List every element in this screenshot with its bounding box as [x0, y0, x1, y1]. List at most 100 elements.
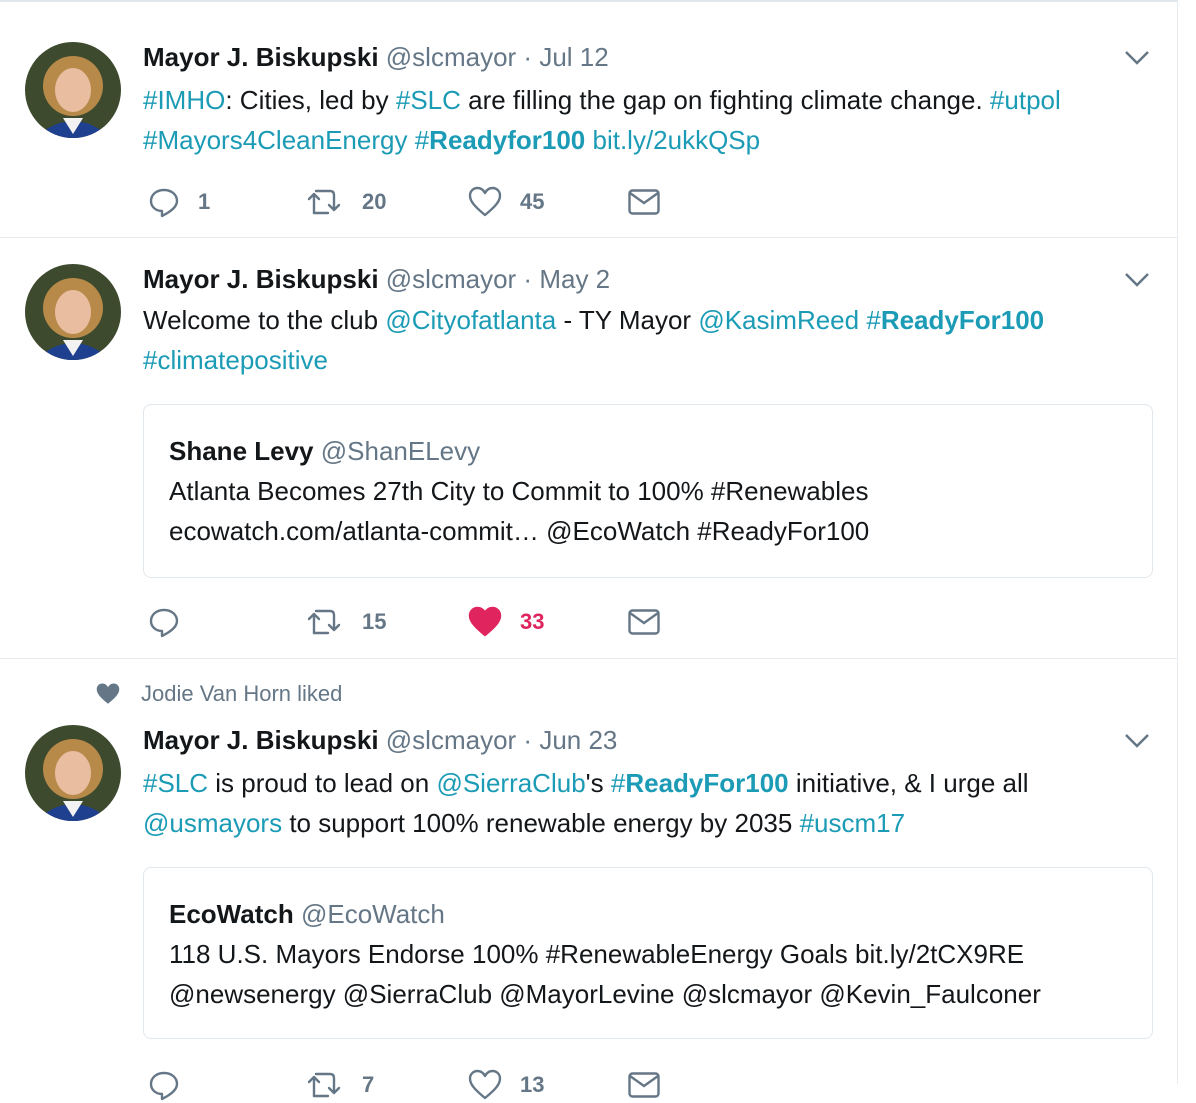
like-button[interactable]: 33: [468, 604, 544, 640]
separator-dot: ·: [523, 42, 533, 72]
quoted-tweet-text-line: @newsenergy @SierraClub @MayorLevine @sl…: [169, 979, 1041, 1009]
quoted-tweet-text-line: 118 U.S. Mayors Endorse 100% #RenewableE…: [169, 939, 1025, 969]
author-name[interactable]: Mayor J. Biskupski: [143, 264, 379, 294]
tweet-header: Mayor J. Biskupski @slcmayor · May 2: [143, 264, 610, 294]
tweet-text-link[interactable]: @usmayors: [143, 808, 282, 838]
tweet-date[interactable]: May 2: [539, 264, 610, 294]
tweet-text-link[interactable]: #: [866, 305, 880, 335]
tweet-text-link[interactable]: @Cityofatlanta: [385, 305, 556, 335]
avatar[interactable]: [25, 264, 121, 360]
tweet-text-segment: - TY Mayor: [556, 305, 699, 335]
tweet-text-segment: are filling the gap on fighting climate …: [460, 85, 990, 115]
like-button[interactable]: 13: [468, 1067, 544, 1103]
tweet-text-link[interactable]: #uscm17: [800, 808, 906, 838]
tweet-text-link[interactable]: bit.ly/2ukkQSp: [592, 125, 760, 155]
author-handle[interactable]: @slcmayor: [386, 264, 516, 294]
tweet-text-link[interactable]: @KasimReed: [698, 305, 859, 335]
tweet-date[interactable]: Jul 12: [539, 42, 608, 72]
direct-message-button[interactable]: [628, 184, 660, 220]
tweet-text-link[interactable]: Readyfor100: [429, 125, 585, 155]
avatar[interactable]: [25, 725, 121, 821]
chevron-down-icon[interactable]: [1124, 50, 1150, 66]
tweet-text-segment: Welcome to the club: [143, 305, 386, 335]
quoted-author-handle: @EcoWatch: [300, 899, 445, 929]
tweet[interactable]: Jodie Van Horn liked Mayor J. Biskupski …: [0, 659, 1178, 1101]
tweet-text-link[interactable]: #Mayors4CleanEnergy: [143, 125, 407, 155]
author-name[interactable]: Mayor J. Biskupski: [143, 42, 379, 72]
author-name[interactable]: Mayor J. Biskupski: [143, 725, 379, 755]
tweet-text-link[interactable]: #climatepositive: [143, 345, 328, 375]
tweet-actions: 1 20 45: [148, 184, 688, 220]
tweet-text-link[interactable]: #SLC: [143, 768, 208, 798]
author-handle[interactable]: @slcmayor: [386, 725, 516, 755]
separator-dot: ·: [523, 264, 533, 294]
tweet-text-segment: [407, 125, 414, 155]
tweet-text-link[interactable]: #SLC: [396, 85, 461, 115]
quoted-tweet-text-line: ecowatch.com/atlanta-commit… @EcoWatch #…: [169, 516, 870, 546]
tweet-text-segment: 's: [585, 768, 611, 798]
like-count: 33: [520, 609, 545, 634]
avatar[interactable]: [25, 42, 121, 138]
tweet[interactable]: Mayor J. Biskupski @slcmayor · Jul 12 #I…: [0, 2, 1178, 238]
quoted-tweet[interactable]: Shane Levy @ShanELevy Atlanta Becomes 27…: [143, 404, 1153, 578]
retweet-button[interactable]: 20: [306, 184, 386, 220]
tweet-actions: 15 33: [148, 604, 688, 640]
tweet-text: Welcome to the club @Cityofatlanta - TY …: [143, 300, 1153, 380]
quoted-author-name: EcoWatch: [169, 899, 294, 929]
social-context-text[interactable]: Jodie Van Horn liked: [141, 681, 342, 707]
heart-icon: [468, 606, 502, 637]
tweet-date[interactable]: Jun 23: [539, 725, 617, 755]
envelope-icon: [628, 1072, 660, 1098]
author-handle[interactable]: @slcmayor: [386, 42, 516, 72]
retweet-icon: [307, 609, 341, 635]
tweet-header: Mayor J. Biskupski @slcmayor · Jul 12: [143, 42, 609, 72]
reply-icon: [149, 188, 179, 218]
retweet-button[interactable]: 15: [306, 604, 386, 640]
reply-count: 1: [198, 189, 211, 214]
envelope-icon: [628, 189, 660, 215]
tweet-text-link[interactable]: #IMHO: [143, 85, 225, 115]
tweet-text-segment: : Cities, led by: [225, 85, 396, 115]
quoted-author-handle: @ShanELevy: [320, 436, 481, 466]
quoted-tweet[interactable]: EcoWatch @EcoWatch 118 U.S. Mayors Endor…: [143, 867, 1153, 1039]
tweet-text-link[interactable]: #: [415, 125, 429, 155]
tweet[interactable]: Mayor J. Biskupski @slcmayor · May 2 Wel…: [0, 238, 1178, 659]
tweet-text-link[interactable]: #utpol: [990, 85, 1061, 115]
retweet-count: 20: [362, 189, 387, 214]
reply-icon: [149, 1071, 179, 1101]
direct-message-button[interactable]: [628, 604, 660, 640]
reply-icon: [149, 608, 179, 638]
separator-dot: ·: [523, 725, 533, 755]
tweet-text: #SLC is proud to lead on @SierraClub's #…: [143, 763, 1153, 843]
reply-button[interactable]: [148, 604, 198, 640]
tweet-text-segment: to support 100% renewable energy by 2035: [282, 808, 800, 838]
like-count: 45: [520, 189, 545, 214]
heart-icon: [468, 186, 502, 217]
tweet-text-segment: initiative, & I urge all: [788, 768, 1029, 798]
like-button[interactable]: 45: [468, 184, 544, 220]
retweet-button[interactable]: 7: [306, 1067, 374, 1103]
timeline: Mayor J. Biskupski @slcmayor · Jul 12 #I…: [0, 0, 1178, 1101]
chevron-down-icon[interactable]: [1124, 733, 1150, 749]
quoted-tweet-header: Shane Levy @ShanELevy: [169, 431, 1127, 471]
retweet-count: 7: [362, 1072, 375, 1097]
retweet-count: 15: [362, 609, 387, 634]
reply-button[interactable]: 1: [148, 184, 210, 220]
tweet-actions: 7 13: [148, 1067, 688, 1103]
like-count: 13: [520, 1072, 545, 1097]
chevron-down-icon[interactable]: [1124, 272, 1150, 288]
heart-icon: [468, 1069, 502, 1100]
tweet-header: Mayor J. Biskupski @slcmayor · Jun 23: [143, 725, 617, 755]
tweet-text-link[interactable]: ReadyFor100: [881, 305, 1044, 335]
heart-icon: [96, 683, 120, 704]
reply-button[interactable]: [148, 1067, 198, 1103]
quoted-tweet-text-line: Atlanta Becomes 27th City to Commit to 1…: [169, 476, 869, 506]
retweet-icon: [307, 1072, 341, 1098]
tweet-text-link[interactable]: #: [611, 768, 625, 798]
tweet-text: #IMHO: Cities, led by #SLC are filling t…: [143, 80, 1153, 160]
tweet-text-link[interactable]: ReadyFor100: [625, 768, 788, 798]
retweet-icon: [307, 189, 341, 215]
quoted-tweet-header: EcoWatch @EcoWatch: [169, 894, 1127, 934]
tweet-text-link[interactable]: @SierraClub: [436, 768, 585, 798]
direct-message-button[interactable]: [628, 1067, 660, 1103]
